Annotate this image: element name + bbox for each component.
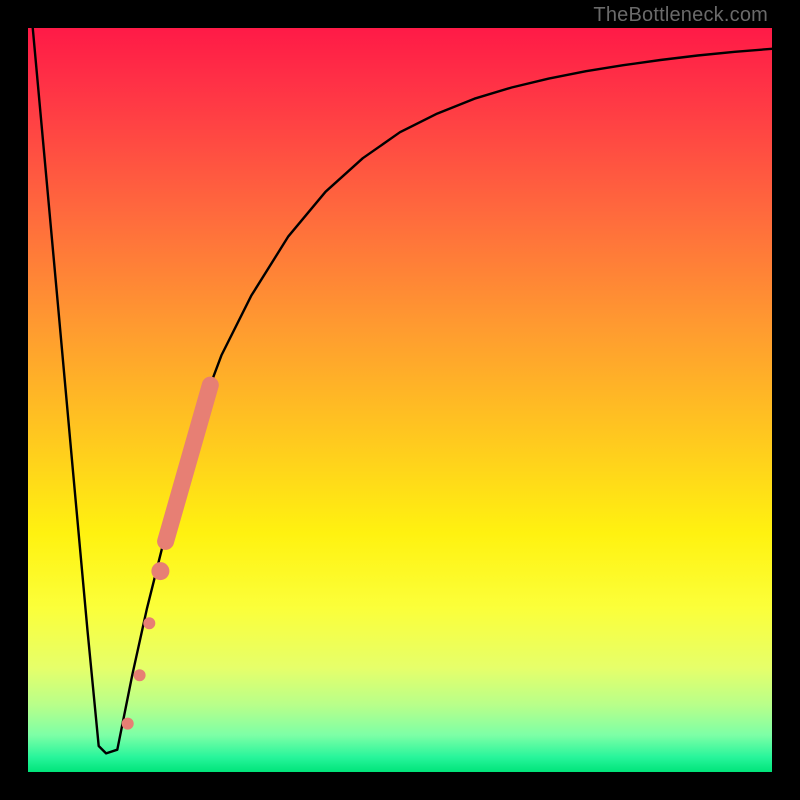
source-credit: TheBottleneck.com	[593, 4, 768, 27]
plot-area	[28, 28, 772, 772]
highlight-dot	[122, 718, 134, 730]
highlight-dot	[151, 562, 169, 580]
bottleneck-curve	[28, 28, 772, 753]
chart-frame: TheBottleneck.com	[0, 0, 800, 800]
highlight-segment	[166, 385, 211, 541]
highlight-dot	[134, 669, 146, 681]
highlight-dots	[122, 562, 170, 730]
curve-layer	[28, 28, 772, 772]
highlight-dot	[143, 617, 155, 629]
